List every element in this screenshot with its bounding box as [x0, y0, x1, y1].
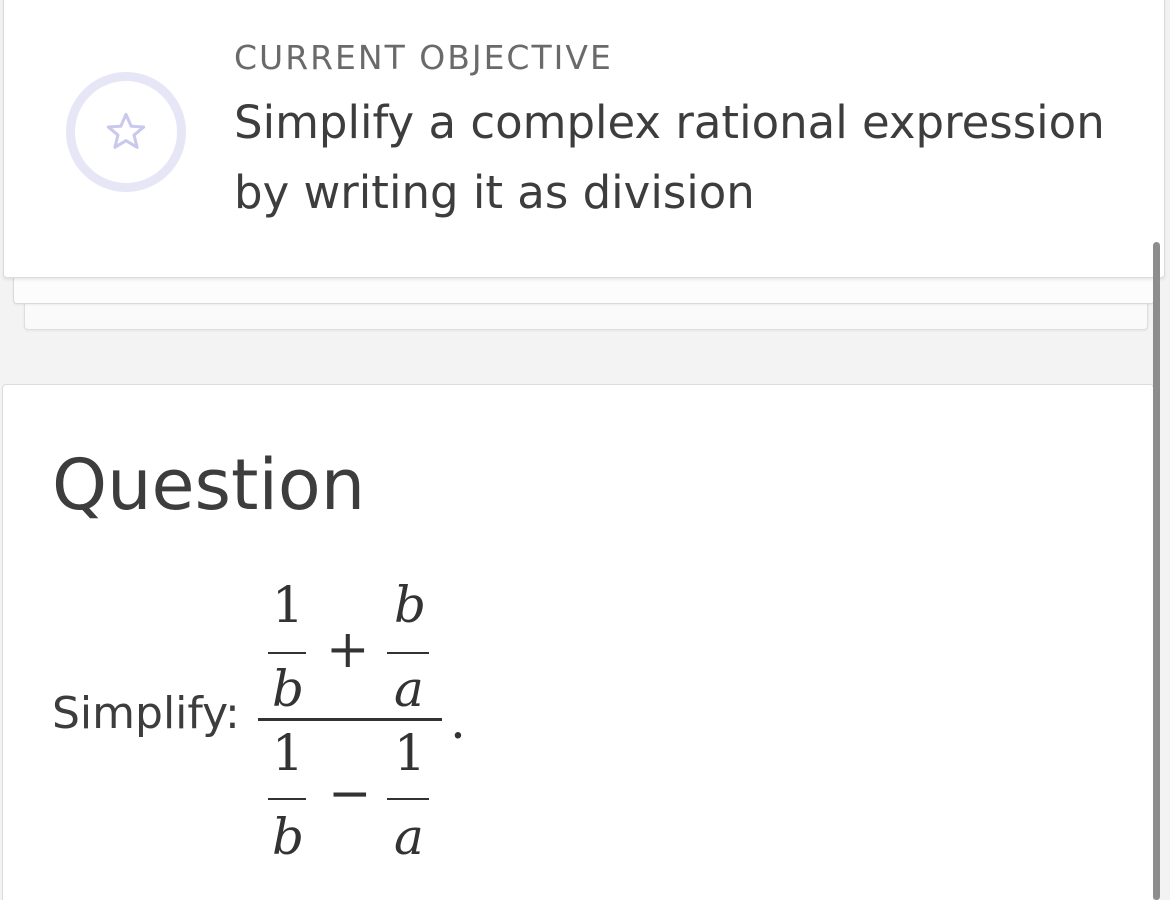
- denominator-operator: −: [328, 764, 372, 824]
- objective-badge: [66, 72, 186, 192]
- denominator-right-den: a: [394, 808, 424, 866]
- page: CURRENT OBJECTIVE Simplify a complex rat…: [0, 0, 1170, 900]
- objective-kicker: CURRENT OBJECTIVE: [234, 38, 613, 77]
- numerator-right-den: a: [394, 660, 424, 718]
- question-heading: Question: [52, 444, 366, 526]
- objective-title: Simplify a complex rational expression b…: [234, 96, 1105, 219]
- denominator-left-num: 1: [272, 724, 304, 782]
- numerator-operator: +: [326, 620, 370, 680]
- denominator-left-den: b: [272, 808, 305, 866]
- denominator-right-num: 1: [394, 724, 426, 782]
- numerator-left-bar: [268, 652, 306, 654]
- numerator-left-num: 1: [272, 576, 304, 634]
- expression-period: .: [450, 692, 466, 750]
- numerator-left-den: b: [272, 660, 305, 718]
- vertical-scrollbar[interactable]: [1153, 242, 1160, 900]
- main-fraction-bar: [258, 718, 442, 721]
- numerator-right-num: b: [394, 576, 427, 634]
- star-icon: [106, 112, 146, 149]
- denominator-left-bar: [268, 798, 306, 800]
- prompt-label: Simplify:: [52, 688, 240, 739]
- numerator-right-bar: [387, 652, 429, 654]
- denominator-right-bar: [387, 798, 429, 800]
